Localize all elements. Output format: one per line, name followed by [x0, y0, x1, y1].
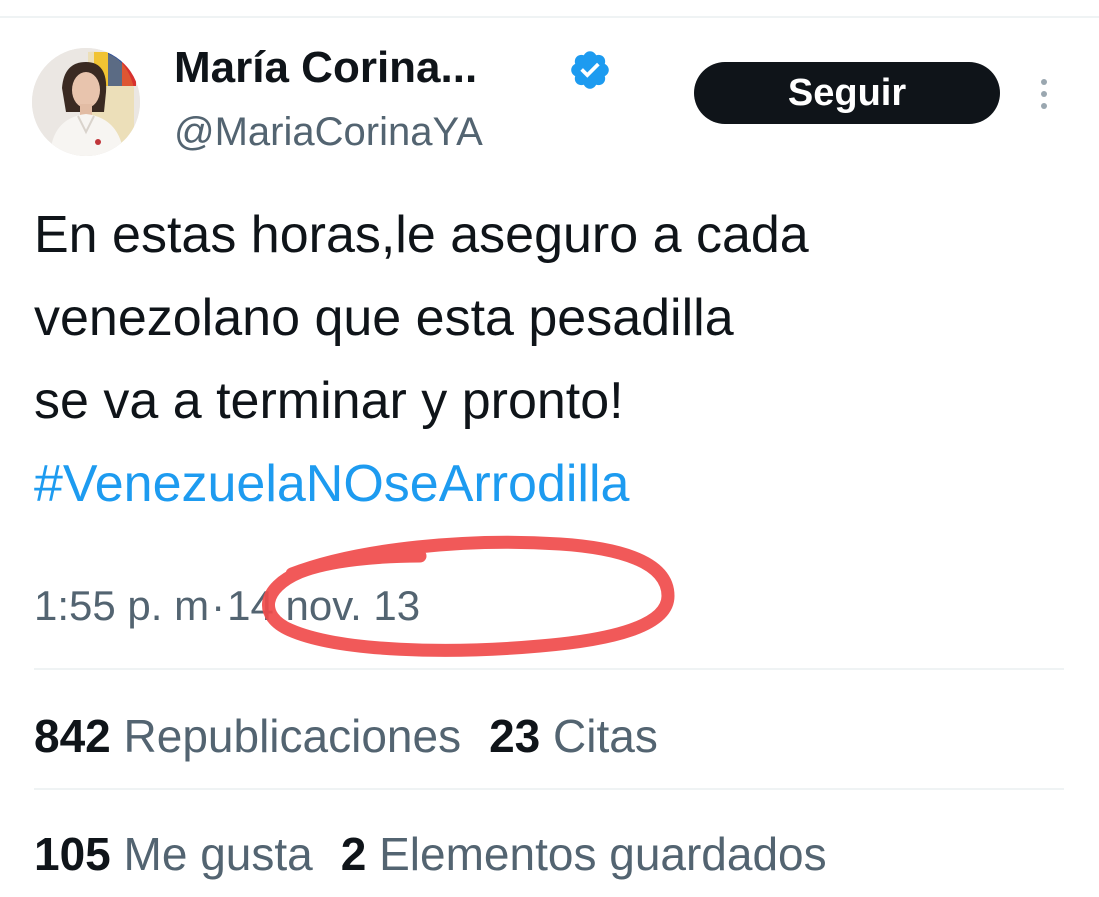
more-vertical-icon[interactable] — [1034, 74, 1054, 114]
bookmarks-count: 2 — [340, 828, 367, 880]
stats-divider — [34, 788, 1064, 790]
author-handle[interactable]: @MariaCorinaYA — [174, 108, 483, 156]
quotes-stat[interactable]: 23 Citas — [489, 710, 658, 762]
verified-badge-icon — [571, 51, 609, 89]
avatar-photo — [32, 48, 140, 156]
top-divider — [0, 16, 1099, 18]
avatar[interactable] — [32, 48, 140, 156]
reposts-label: Republicaciones — [123, 710, 462, 762]
tweet-timestamp[interactable]: 1:55 p. m·14 nov. 13 — [34, 578, 420, 634]
stats-row-reposts: 842 Republicaciones 23 Citas — [34, 708, 658, 764]
reposts-count: 842 — [34, 710, 111, 762]
likes-label: Me gusta — [123, 828, 313, 880]
quotes-count: 23 — [489, 710, 541, 762]
tweet-text-line: se va a terminar y pronto! — [34, 372, 624, 430]
bookmarks-label: Elementos guardados — [379, 828, 827, 880]
tweet-time: 1:55 p. m — [34, 582, 210, 629]
quotes-label: Citas — [553, 710, 658, 762]
tweet-date: 14 nov. 13 — [227, 582, 421, 629]
reposts-stat[interactable]: 842 Republicaciones — [34, 710, 461, 762]
tweet-text: En estas horas,le aseguro a cada venezol… — [34, 194, 1074, 526]
tweet-text-line: venezolano que esta pesadilla — [34, 289, 734, 347]
bookmarks-stat[interactable]: 2 Elementos guardados — [341, 828, 827, 880]
time-separator: · — [211, 582, 226, 629]
author-display-name[interactable]: María Corina... — [174, 42, 477, 94]
stats-row-likes: 105 Me gusta 2 Elementos guardados — [34, 826, 827, 882]
stats-divider — [34, 668, 1064, 670]
tweet-text-line: En estas horas,le aseguro a cada — [34, 206, 809, 264]
likes-count: 105 — [34, 828, 111, 880]
likes-stat[interactable]: 105 Me gusta — [34, 828, 313, 880]
follow-button[interactable]: Seguir — [694, 62, 1000, 124]
hashtag-link[interactable]: #VenezuelaNOseArrodilla — [34, 443, 1074, 526]
